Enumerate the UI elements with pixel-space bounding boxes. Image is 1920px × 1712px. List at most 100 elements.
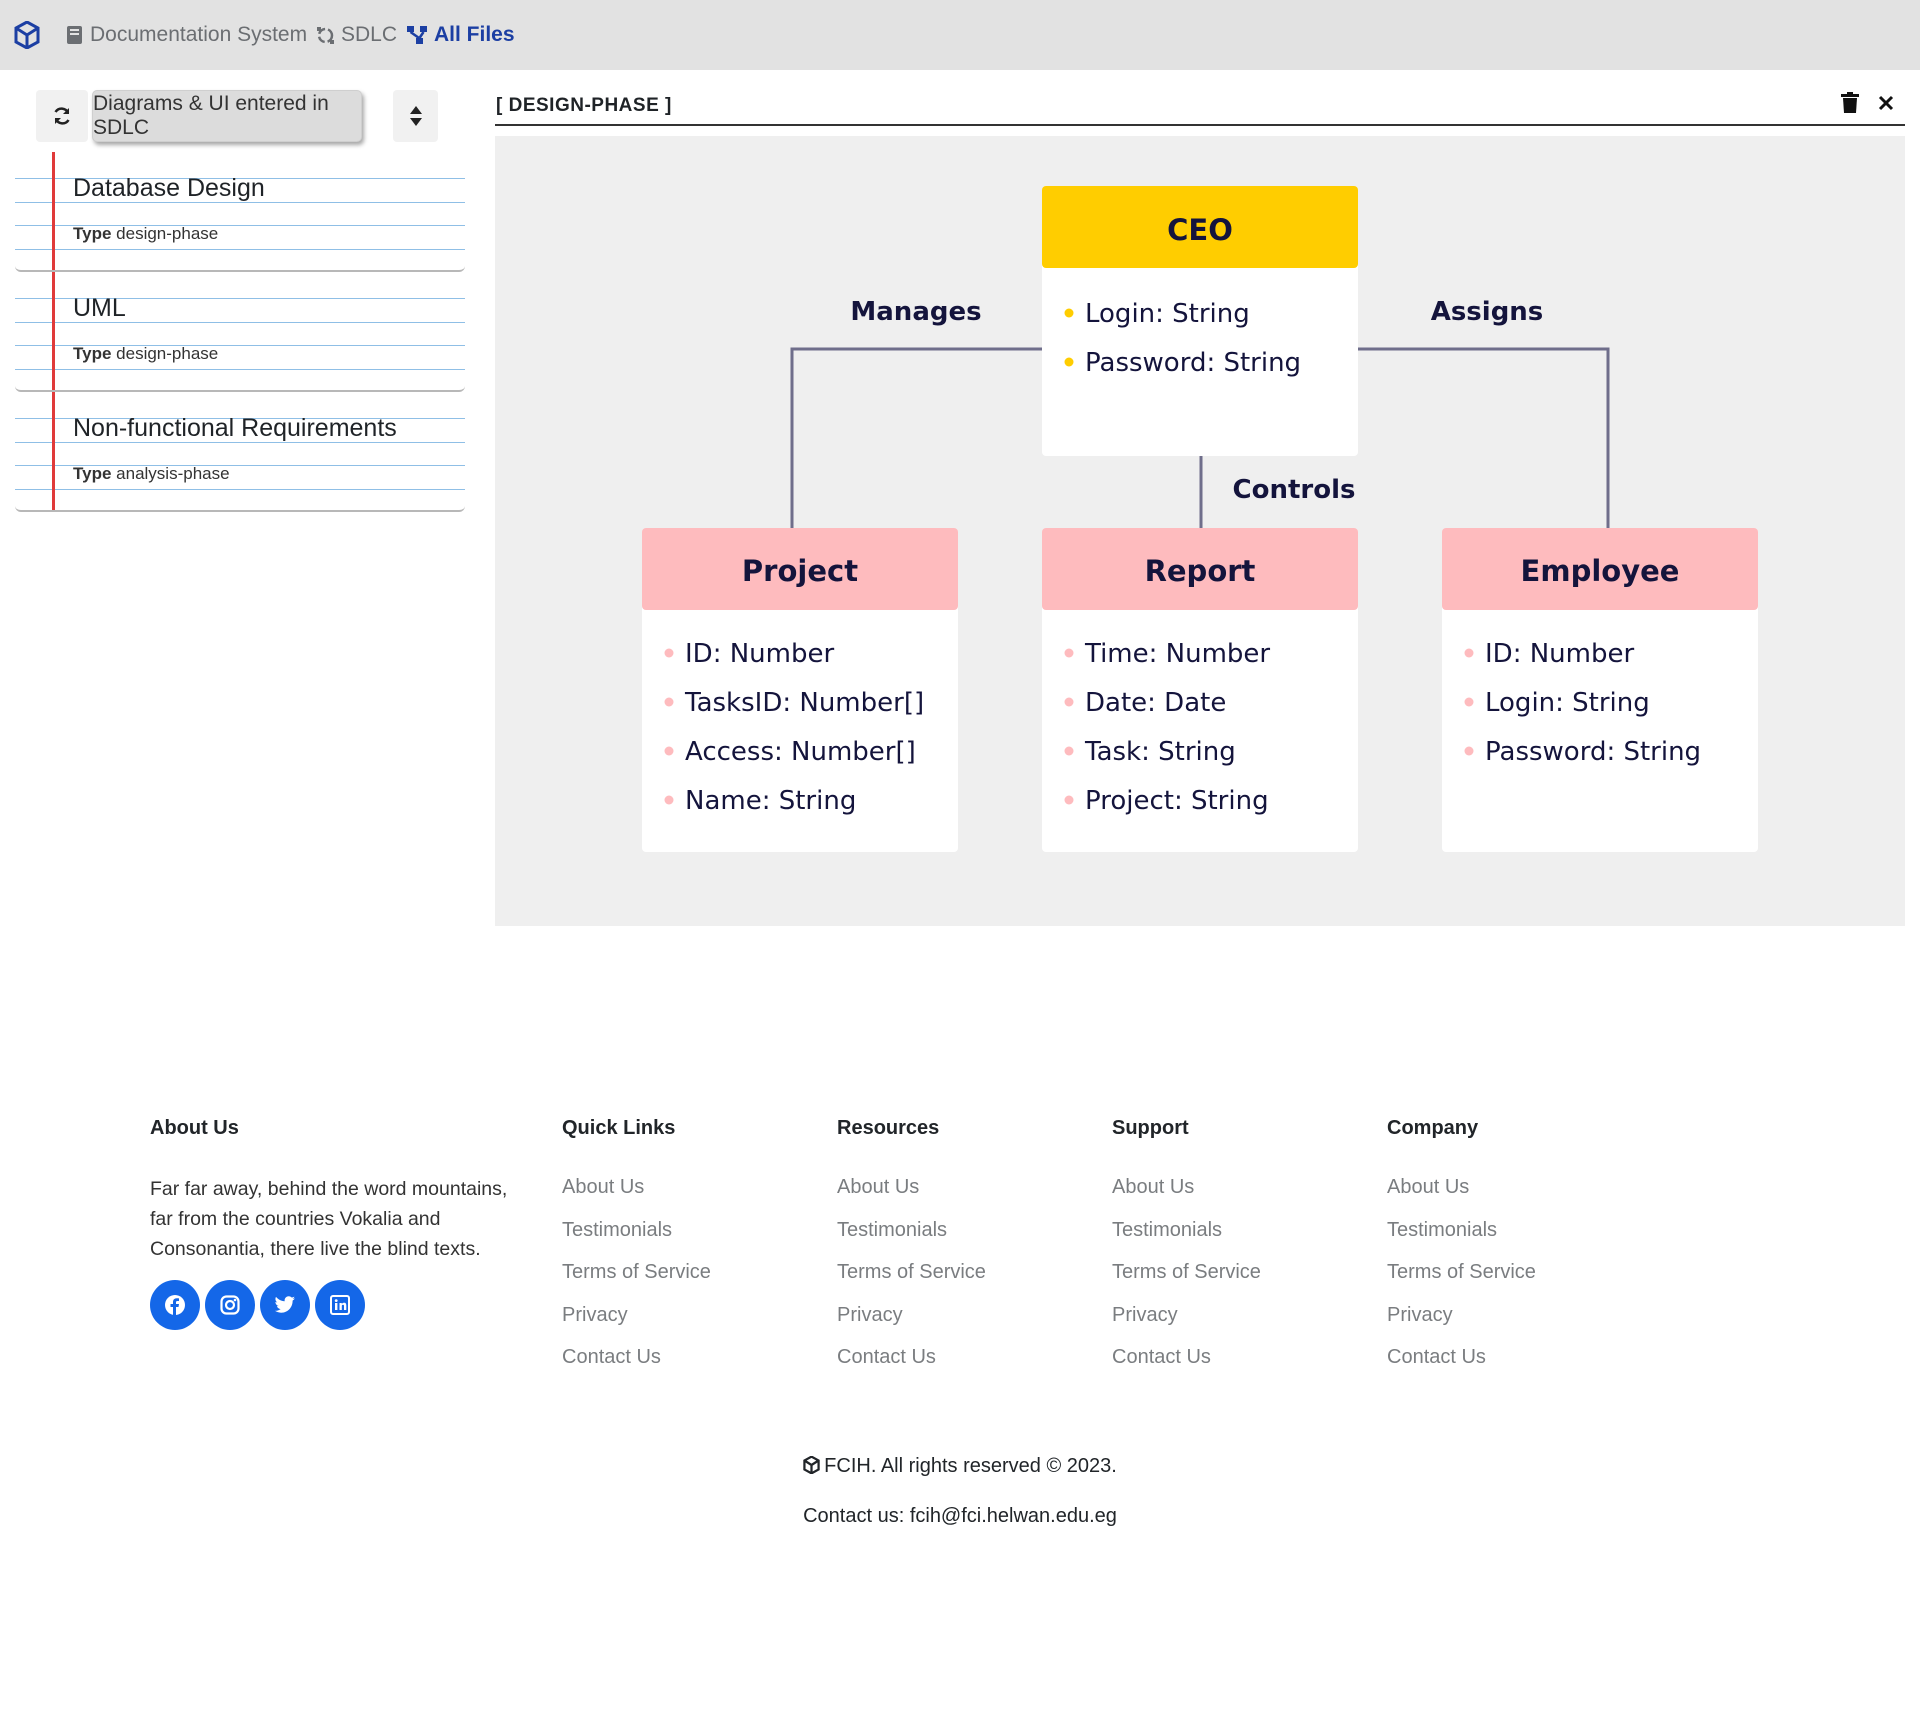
- entity-field: Time: Number: [1084, 639, 1270, 669]
- filter-dropdown-label: Diagrams & UI entered in SDLC: [93, 92, 329, 139]
- entity-field: Login: String: [1085, 299, 1250, 329]
- footer-support: Support About Us Testimonials Terms of S…: [1112, 1117, 1261, 1368]
- bullet-dot: [1064, 308, 1074, 318]
- footer-link[interactable]: Testimonials: [1112, 1219, 1261, 1262]
- footer-link-list: About Us Testimonials Terms of Service P…: [1112, 1176, 1261, 1389]
- footer-link[interactable]: About Us: [562, 1176, 711, 1219]
- file-card-type-label: Type: [73, 344, 112, 363]
- footer-link[interactable]: Terms of Service: [1112, 1261, 1261, 1304]
- bullet-dot: [1064, 697, 1074, 707]
- bullet-dot: [1464, 648, 1474, 658]
- footer-link[interactable]: Privacy: [562, 1304, 711, 1347]
- copyright-text: FCIH. All rights reserved © 2023.: [824, 1455, 1117, 1477]
- cube-logo-icon[interactable]: [14, 21, 40, 49]
- facebook-icon: [165, 1295, 185, 1315]
- footer-link[interactable]: Contact Us: [837, 1346, 986, 1389]
- footer-link[interactable]: Terms of Service: [837, 1261, 986, 1304]
- relation-label-controls: Controls: [1233, 475, 1356, 505]
- entity-field: ID: Number: [685, 639, 834, 669]
- footer-copyright: FCIH. All rights reserved © 2023.: [0, 1455, 1920, 1478]
- file-card-title: Non-functional Requirements: [73, 414, 397, 442]
- class-diagram: Manages Assigns Controls CEO Login: Stri…: [642, 186, 1758, 852]
- relation-label-assigns: Assigns: [1431, 297, 1544, 327]
- footer-link[interactable]: Terms of Service: [562, 1261, 711, 1304]
- nav-documentation-system[interactable]: Documentation System: [66, 23, 307, 47]
- nav-all-files-label: All Files: [434, 23, 515, 46]
- nav-sdlc[interactable]: SDLC: [316, 23, 397, 47]
- file-card-type: Type analysis-phase: [73, 464, 230, 484]
- bullet-dot: [1064, 648, 1074, 658]
- entity-field: Project: String: [1085, 786, 1269, 816]
- entity-title: Project: [742, 554, 858, 588]
- file-card-type-value: design-phase: [116, 344, 219, 363]
- close-button[interactable]: [1877, 92, 1895, 119]
- refresh-icon: [54, 107, 70, 125]
- entity-field: Task: String: [1084, 737, 1236, 767]
- entity-field: Login: String: [1485, 688, 1650, 718]
- connector-manages: [790, 347, 1042, 528]
- file-card-type-label: Type: [73, 224, 112, 243]
- entity-field: Password: String: [1085, 348, 1301, 378]
- footer-link-list: About Us Testimonials Terms of Service P…: [837, 1176, 986, 1389]
- entity-field: Password: String: [1485, 737, 1701, 767]
- footer-link[interactable]: About Us: [1387, 1176, 1536, 1219]
- footer-link[interactable]: Testimonials: [1387, 1219, 1536, 1262]
- footer-quick-links: Quick Links About Us Testimonials Terms …: [562, 1117, 711, 1368]
- footer-column-heading: Resources: [837, 1117, 940, 1139]
- footer-contact: Contact us: fcih@fci.helwan.edu.eg: [803, 1505, 1117, 1527]
- entity-title: Report: [1145, 554, 1256, 588]
- bullet-dot: [664, 746, 674, 756]
- instagram-button[interactable]: [205, 1280, 255, 1330]
- footer-about-heading: About Us: [150, 1117, 239, 1139]
- filter-dropdown[interactable]: Diagrams & UI entered in SDLC: [92, 90, 362, 142]
- footer-link-list: About Us Testimonials Terms of Service P…: [562, 1176, 711, 1389]
- nav-all-files[interactable]: All Files: [406, 23, 515, 47]
- top-navbar: Documentation System SDLC All Files: [0, 0, 1920, 70]
- delete-button[interactable]: [1841, 92, 1859, 119]
- relation-label-manages: Manages: [850, 297, 981, 327]
- file-card-type-value: design-phase: [116, 224, 219, 243]
- entity-field: TasksID: Number[]: [684, 688, 924, 718]
- footer-column-heading: Support: [1112, 1117, 1189, 1139]
- footer-link[interactable]: Privacy: [1112, 1304, 1261, 1347]
- close-icon: [1878, 95, 1894, 111]
- entity-field: ID: Number: [1485, 639, 1634, 669]
- file-card-uml[interactable]: UML Type design-phase: [15, 272, 465, 392]
- twitter-button[interactable]: [260, 1280, 310, 1330]
- twitter-icon: [274, 1296, 295, 1313]
- footer-link[interactable]: About Us: [837, 1176, 986, 1219]
- refresh-button[interactable]: [36, 90, 88, 142]
- file-card-non-functional-requirements[interactable]: Non-functional Requirements Type analysi…: [15, 392, 465, 512]
- nav-documentation-system-label: Documentation System: [90, 23, 308, 46]
- file-card-type-label: Type: [73, 464, 112, 483]
- footer-link[interactable]: Privacy: [837, 1304, 986, 1347]
- footer-link[interactable]: Terms of Service: [1387, 1261, 1536, 1304]
- sort-button[interactable]: [393, 90, 438, 142]
- entity-field: Access: Number[]: [685, 737, 916, 767]
- bullet-dot: [1464, 697, 1474, 707]
- footer-link[interactable]: Testimonials: [837, 1219, 986, 1262]
- file-card-type: Type design-phase: [73, 224, 218, 244]
- file-card-type: Type design-phase: [73, 344, 218, 364]
- footer-link[interactable]: Testimonials: [562, 1219, 711, 1262]
- file-card-database-design[interactable]: Database Design Type design-phase: [15, 152, 465, 272]
- facebook-button[interactable]: [150, 1280, 200, 1330]
- cube-logo-icon: [803, 1455, 820, 1475]
- footer-link[interactable]: Contact Us: [1387, 1346, 1536, 1389]
- bullet-dot: [664, 697, 674, 707]
- footer-link[interactable]: Contact Us: [1112, 1346, 1261, 1389]
- linkedin-button[interactable]: [315, 1280, 365, 1330]
- ruled-line: [15, 369, 465, 370]
- margin-line: [52, 392, 55, 510]
- footer-link[interactable]: About Us: [1112, 1176, 1261, 1219]
- connector-assigns: [1358, 347, 1610, 528]
- bullet-dot: [664, 795, 674, 805]
- footer-link[interactable]: Contact Us: [562, 1346, 711, 1389]
- footer-link-list: About Us Testimonials Terms of Service P…: [1387, 1176, 1536, 1389]
- entity-employee: Employee ID: Number Login: String Passwo…: [1442, 528, 1758, 852]
- bullet-dot: [1064, 795, 1074, 805]
- entity-field: Name: String: [685, 786, 856, 816]
- bullet-dot: [1464, 746, 1474, 756]
- margin-line: [52, 152, 55, 270]
- footer-link[interactable]: Privacy: [1387, 1304, 1536, 1347]
